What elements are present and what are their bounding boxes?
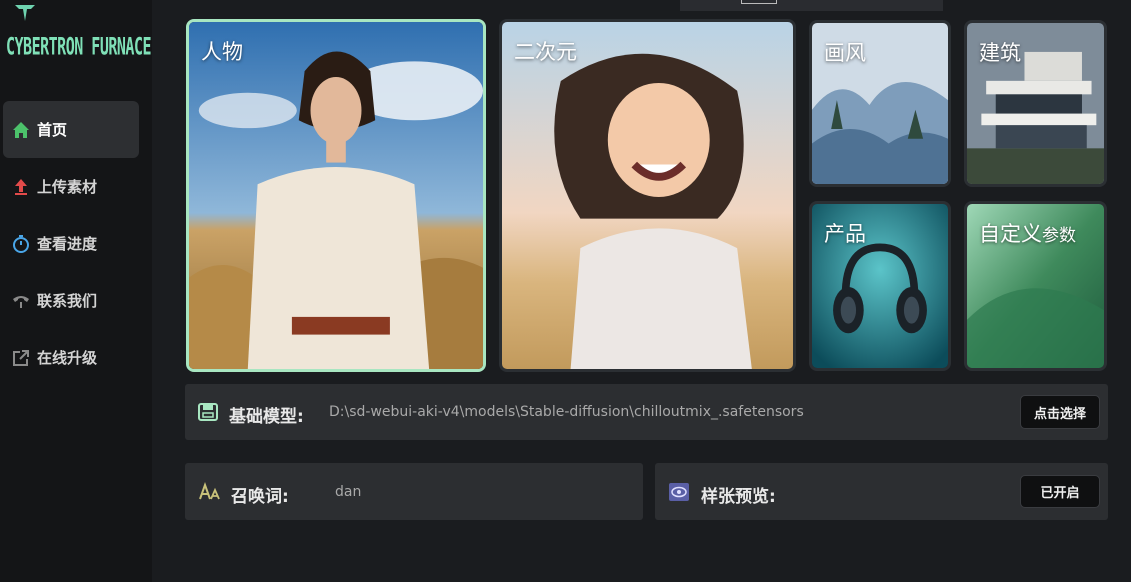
preview-title: 样张预览:	[701, 487, 776, 507]
preview-panel: 样张预览: 已开启	[655, 463, 1108, 520]
prompt-title: 召唤词:	[231, 487, 289, 507]
sidebar-item-contact[interactable]: 联系我们	[3, 272, 139, 329]
phone-icon	[11, 291, 31, 311]
sidebar-item-label: 上传素材	[37, 178, 98, 196]
app-logo: CYBERTRON FURNACE	[6, 4, 152, 66]
sidebar-item-label: 联系我们	[37, 292, 98, 310]
model-icon	[198, 403, 218, 421]
base-model-path: D:\sd-webui-aki-v4\models\Stable-diffusi…	[329, 404, 804, 420]
preview-toggle-button[interactable]: 已开启	[1020, 475, 1100, 508]
font-size-icon	[199, 482, 220, 500]
prompt-input[interactable]: dan	[335, 484, 361, 500]
base-model-panel: 基础模型: D:\sd-webui-aki-v4\models\Stable-d…	[185, 384, 1108, 440]
logo-text: CYBERTRON FURNACE	[6, 32, 152, 61]
main-content: 人物 二次元 画风 建筑 产品 自定义参数 基础模型: D:\sd-webui-…	[152, 0, 1131, 582]
top-strip	[680, 0, 943, 11]
upload-icon	[11, 177, 31, 197]
sidebar-item-label: 查看进度	[37, 235, 98, 253]
category-card-custom[interactable]: 自定义参数	[964, 201, 1107, 371]
select-model-button[interactable]: 点击选择	[1020, 395, 1100, 429]
home-icon	[11, 120, 31, 140]
prompt-panel: 召唤词: dan	[185, 463, 643, 520]
anime-image	[502, 22, 793, 369]
sidebar-item-label: 在线升级	[37, 349, 98, 367]
category-card-anime[interactable]: 二次元	[499, 19, 796, 372]
sidebar-item-upload[interactable]: 上传素材	[3, 158, 139, 215]
sidebar-item-home[interactable]: 首页	[3, 101, 139, 158]
category-label: 建筑	[979, 41, 1021, 65]
eye-icon	[669, 483, 689, 501]
category-label: 画风	[824, 41, 866, 65]
external-link-icon	[11, 348, 31, 368]
category-card-product[interactable]: 产品	[809, 201, 951, 371]
category-card-art-style[interactable]: 画风	[809, 20, 951, 187]
category-label: 人物	[201, 40, 243, 64]
sidebar-item-upgrade[interactable]: 在线升级	[3, 329, 139, 386]
category-label: 产品	[824, 222, 866, 246]
base-model-title: 基础模型:	[229, 407, 304, 427]
sidebar-item-label: 首页	[37, 121, 68, 139]
sidebar-item-progress[interactable]: 查看进度	[3, 215, 139, 272]
logo-mark-icon	[15, 5, 35, 21]
timer-icon	[11, 234, 31, 254]
category-label: 二次元	[514, 40, 577, 64]
sidebar: CYBERTRON FURNACE 首页 上传素材 查看进度 联系我们 在线升级	[0, 0, 152, 582]
category-label: 自定义参数	[979, 222, 1076, 246]
portrait-image	[189, 22, 483, 369]
category-card-portrait[interactable]: 人物	[186, 19, 486, 372]
category-card-architecture[interactable]: 建筑	[964, 20, 1107, 187]
